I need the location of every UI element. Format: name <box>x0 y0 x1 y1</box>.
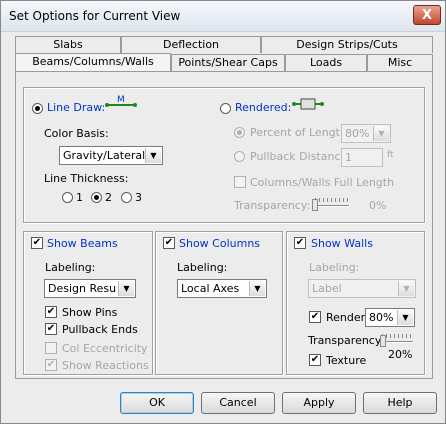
columns-labeling-select[interactable]: Local Axes ▼ <box>177 279 267 298</box>
line-draw-label: Line Draw: <box>47 101 106 114</box>
pullback-unit-label: ft <box>387 150 394 160</box>
close-button[interactable]: X <box>413 5 441 25</box>
show-beams-label: Show Beams <box>47 237 118 250</box>
beams-labeling-label: Labeling: <box>45 261 96 274</box>
color-basis-label: Color Basis: <box>44 127 109 140</box>
apply-button[interactable]: Apply <box>282 392 356 414</box>
thickness-3-radio[interactable] <box>121 192 132 203</box>
line-draw-icon: M <box>104 93 138 111</box>
window-title: Set Options for Current View <box>9 9 181 23</box>
col-eccentricity-label: Col Eccentricity <box>62 342 148 355</box>
chevron-down-icon: ▼ <box>398 281 414 296</box>
columns-labeling-label: Labeling: <box>177 261 228 274</box>
columns-walls-full-length-label: Columns/Walls Full Length <box>250 176 395 189</box>
thickness-1-radio[interactable] <box>62 192 73 203</box>
show-walls-checkbox[interactable]: ✔ <box>294 237 306 249</box>
display-transparency-value: 0% <box>369 199 387 212</box>
pullback-ends-label: Pullback Ends <box>62 323 138 336</box>
percent-of-length-radio[interactable] <box>234 127 245 138</box>
show-reactions-checkbox[interactable]: ✔ <box>45 359 57 371</box>
tab-loads[interactable]: Loads <box>285 54 367 71</box>
slider-ticks <box>315 198 349 202</box>
chevron-down-icon: ▼ <box>373 126 389 141</box>
columns-walls-full-length-checkbox[interactable] <box>234 176 246 188</box>
chevron-down-icon: ▼ <box>397 310 413 325</box>
walls-labeling-select[interactable]: Label ▼ <box>308 279 416 298</box>
svg-text:M: M <box>117 95 125 105</box>
tab-design-strips-cuts[interactable]: Design Strips/Cuts <box>261 36 433 53</box>
tab-deflection[interactable]: Deflection <box>121 36 261 53</box>
slider-ticks <box>382 334 414 338</box>
display-transparency-slider[interactable] <box>313 205 349 207</box>
slider-thumb[interactable] <box>312 199 318 211</box>
texture-label: Texture <box>326 354 367 367</box>
chevron-down-icon: ▼ <box>145 148 161 163</box>
col-eccentricity-checkbox[interactable] <box>45 342 57 354</box>
show-pins-label: Show Pins <box>62 306 118 319</box>
tab-beams-columns-walls[interactable]: Beams/Columns/Walls <box>15 53 171 72</box>
texture-checkbox[interactable]: ✔ <box>309 354 321 366</box>
tab-points-shear-caps[interactable]: Points/Shear Caps <box>171 54 285 71</box>
render-percent-select[interactable]: 80% ▼ <box>365 308 415 327</box>
title-bar[interactable]: Set Options for Current View X <box>1 1 445 32</box>
columns-group <box>155 231 283 375</box>
color-basis-select[interactable]: Gravity/Lateral ▼ <box>59 146 163 165</box>
chevron-down-icon: ▼ <box>118 281 134 296</box>
show-walls-label: Show Walls <box>311 237 373 250</box>
display-transparency-label: Transparency: <box>234 199 311 212</box>
render-checkbox[interactable]: ✔ <box>309 311 321 323</box>
show-beams-checkbox[interactable]: ✔ <box>31 237 43 249</box>
thickness-2-radio[interactable] <box>91 192 102 203</box>
help-button[interactable]: Help <box>363 392 437 414</box>
line-draw-radio[interactable] <box>32 103 43 114</box>
thickness-2-label: 2 <box>105 191 112 204</box>
walls-transparency-label: Transparency <box>308 334 382 347</box>
pullback-distance-input[interactable]: 1 <box>341 148 383 167</box>
render-label: Render <box>326 311 366 324</box>
dialog-window: Set Options for Current View X Slabs Def… <box>0 0 446 424</box>
percent-of-length-select[interactable]: 80% ▼ <box>341 124 391 143</box>
rendered-icon <box>292 95 324 115</box>
chevron-down-icon: ▼ <box>249 281 265 296</box>
walls-labeling-label: Labeling: <box>309 261 360 274</box>
beams-labeling-select[interactable]: Design Results ▼ <box>44 279 136 298</box>
tab-slabs[interactable]: Slabs <box>15 36 121 53</box>
rendered-label: Rendered: <box>235 101 292 114</box>
show-pins-checkbox[interactable]: ✔ <box>45 306 57 318</box>
walls-transparency-value: 20% <box>388 348 413 361</box>
pullback-ends-checkbox[interactable]: ✔ <box>45 323 57 335</box>
tab-misc[interactable]: Misc <box>367 54 433 71</box>
show-columns-checkbox[interactable]: ✔ <box>163 237 175 249</box>
show-columns-label: Show Columns <box>179 237 261 250</box>
slider-thumb[interactable] <box>380 335 386 347</box>
rendered-radio[interactable] <box>220 103 231 114</box>
line-thickness-label: Line Thickness: <box>44 172 129 185</box>
percent-of-length-label: Percent of Length <box>250 126 347 139</box>
pullback-distance-radio[interactable] <box>234 151 245 162</box>
thickness-1-label: 1 <box>76 191 83 204</box>
pullback-distance-label: Pullback Distance <box>250 150 348 163</box>
show-reactions-label: Show Reactions <box>62 359 149 372</box>
cancel-button[interactable]: Cancel <box>201 392 275 414</box>
ok-button[interactable]: OK <box>120 392 194 414</box>
thickness-3-label: 3 <box>135 191 142 204</box>
